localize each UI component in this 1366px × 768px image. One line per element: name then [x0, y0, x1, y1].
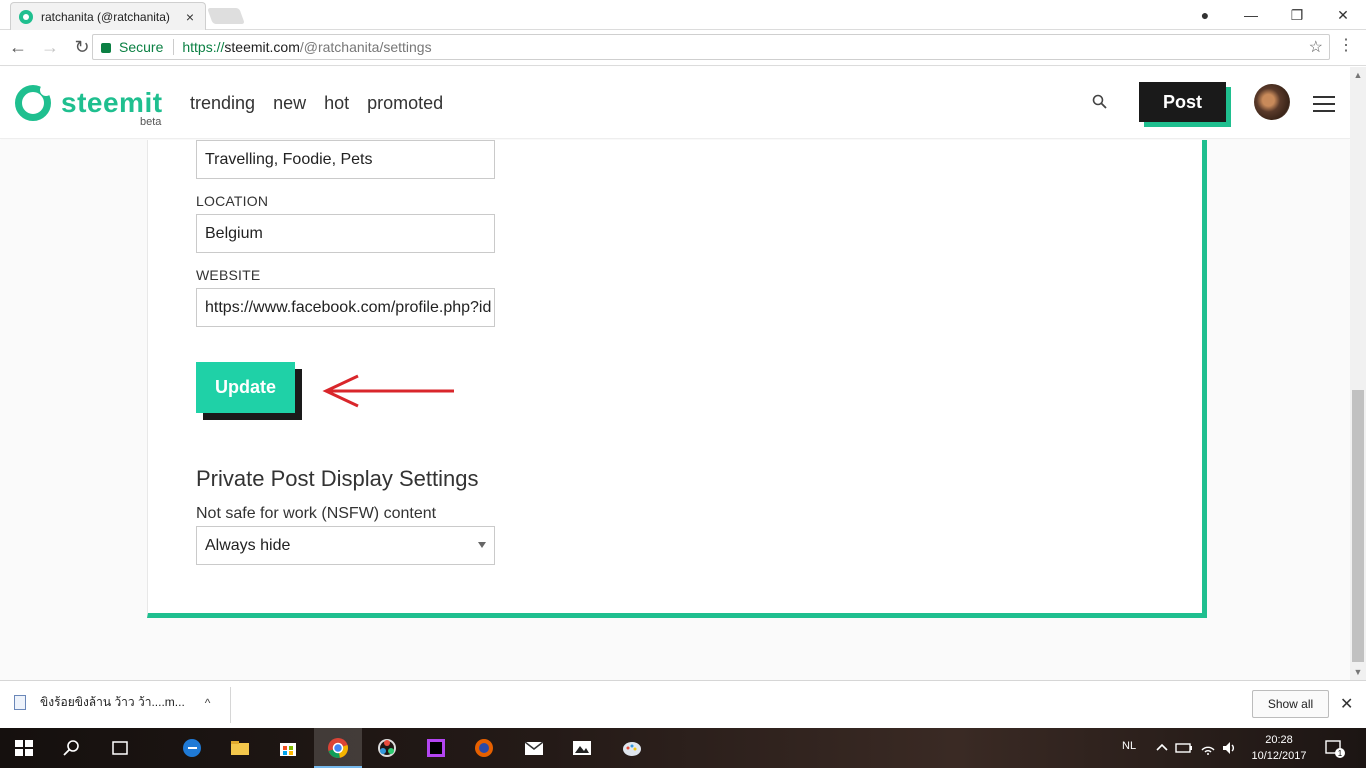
- scroll-up-icon[interactable]: ▲: [1350, 67, 1366, 83]
- photos-icon[interactable]: [570, 736, 594, 760]
- chevron-up-tray-icon[interactable]: [1150, 736, 1174, 760]
- location-label: LOCATION: [196, 193, 269, 209]
- system-clock[interactable]: 20:28 10/12/2017: [1248, 732, 1310, 764]
- volume-icon[interactable]: [1218, 736, 1242, 760]
- store-icon[interactable]: [276, 736, 300, 760]
- window-controls: ● — ❐ ✕: [1182, 0, 1366, 30]
- tab-title: ratchanita (@ratchanita): [41, 9, 170, 24]
- davinci-resolve-icon[interactable]: [375, 736, 399, 760]
- search-taskbar-icon[interactable]: [60, 736, 84, 760]
- update-button[interactable]: Update: [196, 362, 295, 413]
- task-view-icon[interactable]: [108, 736, 132, 760]
- restore-button[interactable]: ❐: [1274, 0, 1320, 30]
- browser-menu-icon[interactable]: ⋮: [1338, 38, 1354, 54]
- beta-label: beta: [140, 116, 162, 128]
- bookmark-star-icon[interactable]: ☆: [1309, 37, 1323, 57]
- private-display-settings-title: Private Post Display Settings: [196, 466, 479, 491]
- omnibox-divider: [173, 39, 175, 55]
- nsfw-select[interactable]: Always hide: [196, 526, 495, 565]
- nav-promoted[interactable]: promoted: [367, 93, 443, 114]
- steemit-favicon-icon: [19, 9, 33, 24]
- file-explorer-icon[interactable]: [228, 736, 252, 760]
- location-input[interactable]: Belgium: [196, 214, 495, 253]
- red-arrow-annotation-icon: [322, 374, 454, 408]
- chevron-up-icon[interactable]: ^: [205, 696, 211, 710]
- about-input[interactable]: Travelling, Foodie, Pets: [196, 140, 495, 179]
- steemit-logo[interactable]: steemit beta: [15, 84, 163, 128]
- secure-label: Secure: [119, 39, 164, 55]
- download-item[interactable]: ขิงร้อยขิงล้าน ว้าว ว้า....m... ^: [14, 693, 210, 712]
- website-label: WEBSITE: [196, 267, 261, 283]
- firefox-icon[interactable]: [472, 736, 496, 760]
- phpstorm-icon[interactable]: [424, 736, 448, 760]
- download-divider: [230, 687, 231, 723]
- browser-tab-strip: ratchanita (@ratchanita) × ● — ❐ ✕: [0, 0, 1366, 30]
- nav-new[interactable]: new: [273, 93, 306, 114]
- brand-wordmark: steemit: [61, 87, 163, 118]
- language-indicator[interactable]: NL: [1122, 740, 1136, 752]
- tab-close-icon[interactable]: ×: [183, 9, 197, 25]
- paint-icon[interactable]: [620, 736, 644, 760]
- scroll-down-icon[interactable]: ▼: [1350, 664, 1366, 680]
- download-file-name: ขิงร้อยขิงล้าน ว้าว ว้า....m...: [40, 695, 185, 709]
- nsfw-label: Not safe for work (NSFW) content: [196, 505, 437, 522]
- wifi-icon[interactable]: [1196, 736, 1220, 760]
- mail-icon[interactable]: [522, 736, 546, 760]
- chrome-icon[interactable]: [326, 736, 350, 760]
- file-icon: [14, 695, 26, 710]
- url-scheme: https://: [182, 39, 225, 55]
- address-bar[interactable]: Secure https:// steemit.com /@ratchanita…: [92, 34, 1330, 60]
- windows-start-icon[interactable]: [12, 736, 36, 760]
- scrollbar-thumb[interactable]: [1352, 390, 1364, 662]
- lock-icon: [101, 43, 111, 53]
- main-nav: trending new hot promoted: [190, 93, 443, 114]
- browser-toolbar: ← → ↻ Secure https:// steemit.com /@ratc…: [0, 30, 1366, 66]
- hamburger-menu-icon[interactable]: [1313, 96, 1335, 112]
- show-all-button[interactable]: Show all: [1252, 690, 1329, 718]
- notification-center-icon[interactable]: 1: [1322, 736, 1346, 760]
- forward-arrow-icon[interactable]: →: [36, 34, 64, 62]
- new-tab-button[interactable]: [207, 8, 245, 24]
- windows-taskbar: NL 20:28 10/12/2017 1: [0, 728, 1366, 768]
- close-window-button[interactable]: ✕: [1320, 0, 1366, 30]
- download-shelf: ขิงร้อยขิงล้าน ว้าว ว้า....m... ^ Show a…: [0, 680, 1366, 728]
- website-input[interactable]: https://www.facebook.com/profile.php?id: [196, 288, 495, 327]
- edge-browser-icon[interactable]: [180, 736, 204, 760]
- clock-time: 20:28: [1265, 734, 1293, 746]
- browser-tab[interactable]: ratchanita (@ratchanita) ×: [10, 2, 206, 30]
- notification-count: 1: [1338, 749, 1343, 758]
- nsfw-selected-value: Always hide: [205, 536, 291, 554]
- url-host: steemit.com: [224, 39, 300, 55]
- url-path: /@ratchanita/settings: [299, 39, 432, 55]
- battery-icon[interactable]: [1172, 736, 1196, 760]
- minimize-button[interactable]: —: [1228, 0, 1274, 30]
- nav-trending[interactable]: trending: [190, 93, 255, 114]
- nav-hot[interactable]: hot: [324, 93, 349, 114]
- back-arrow-icon[interactable]: ←: [4, 34, 32, 62]
- steemit-logo-icon: [15, 84, 52, 121]
- post-button[interactable]: Post: [1139, 82, 1226, 122]
- clock-date: 10/12/2017: [1251, 750, 1307, 762]
- close-download-shelf-icon[interactable]: ✕: [1340, 694, 1353, 714]
- avatar[interactable]: [1254, 84, 1290, 120]
- site-header: steemit beta trending new hot promoted P…: [0, 67, 1350, 139]
- profile-icon[interactable]: ●: [1182, 0, 1228, 30]
- search-icon[interactable]: [1092, 94, 1107, 109]
- dropdown-caret-icon: [478, 542, 486, 548]
